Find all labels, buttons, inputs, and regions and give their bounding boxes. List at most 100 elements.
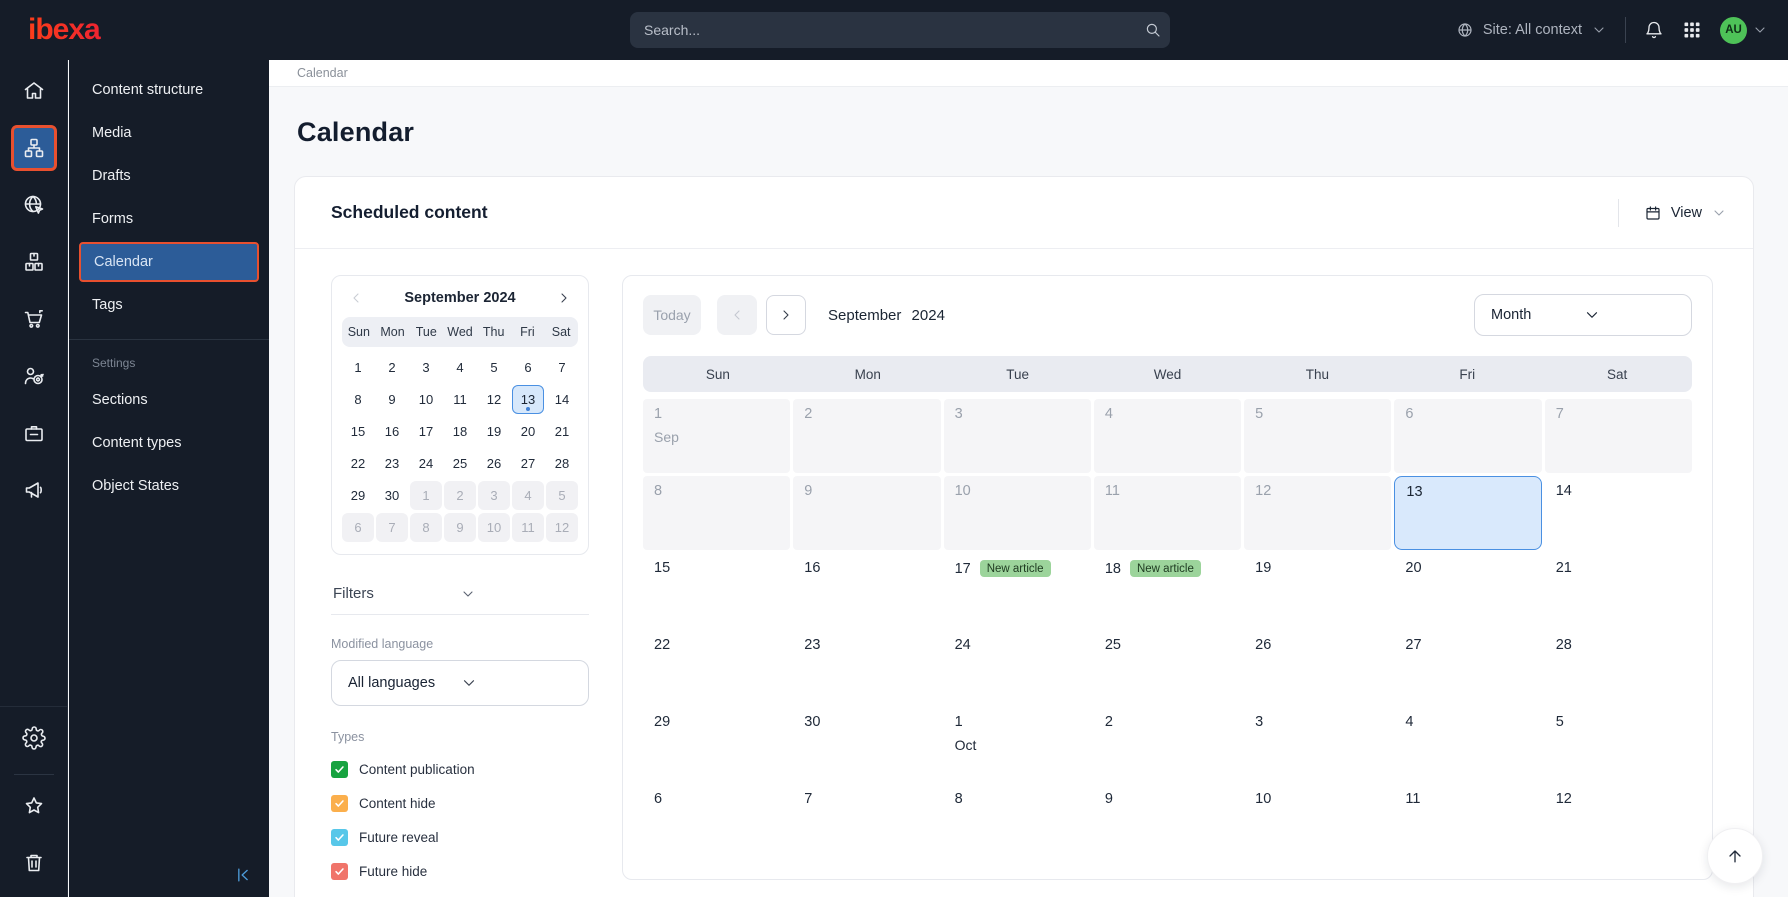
calendar-day-cell[interactable]: 12: [1544, 784, 1692, 858]
mini-calendar-day[interactable]: 8: [410, 513, 442, 542]
sidebar-item-drafts[interactable]: Drafts: [79, 156, 259, 196]
mini-calendar-day[interactable]: 15: [342, 417, 374, 446]
calendar-day-cell[interactable]: 9: [793, 476, 941, 550]
mini-calendar-day[interactable]: 5: [478, 353, 510, 382]
mini-calendar-day[interactable]: 7: [546, 353, 578, 382]
calendar-day-cell[interactable]: 25: [1093, 630, 1242, 704]
calendar-day-cell[interactable]: 15: [643, 553, 791, 627]
calendar-day-cell[interactable]: 17 New article: [943, 553, 1091, 627]
prev-button[interactable]: [717, 295, 757, 335]
mini-calendar-day[interactable]: 11: [444, 385, 476, 414]
ibexa-logo[interactable]: ibexa: [0, 13, 268, 47]
event-badge[interactable]: New article: [1129, 560, 1201, 577]
rail-item-site[interactable]: [11, 182, 57, 228]
search-icon[interactable]: [1136, 21, 1170, 39]
type-filter-content-hide[interactable]: Content hide: [331, 795, 589, 812]
mini-calendar-day[interactable]: 4: [512, 481, 544, 510]
mini-calendar-day[interactable]: 1: [342, 353, 374, 382]
calendar-day-cell[interactable]: 7: [793, 784, 941, 858]
notifications-bell-icon[interactable]: [1644, 20, 1664, 40]
mini-calendar-day[interactable]: 7: [376, 513, 408, 542]
sidebar-item-forms[interactable]: Forms: [79, 199, 259, 239]
calendar-day-cell[interactable]: 29: [643, 707, 791, 781]
mini-calendar-day[interactable]: 9: [376, 385, 408, 414]
calendar-day-cell[interactable]: 1 Sep: [643, 399, 791, 473]
mini-calendar-day[interactable]: 18: [444, 417, 476, 446]
sidebar-item-sections[interactable]: Sections: [79, 380, 259, 420]
app-grid-icon[interactable]: [1682, 20, 1702, 40]
sidebar-item-tags[interactable]: Tags: [79, 285, 259, 325]
mini-calendar-day[interactable]: 12: [478, 385, 510, 414]
checkbox-checked-icon[interactable]: [331, 863, 348, 880]
mini-calendar-day[interactable]: 20: [512, 417, 544, 446]
global-search[interactable]: [630, 12, 1170, 48]
mini-calendar-day[interactable]: 4: [444, 353, 476, 382]
mini-calendar-day[interactable]: 16: [376, 417, 408, 446]
next-month-icon[interactable]: [556, 290, 572, 306]
mini-calendar-day[interactable]: 25: [444, 449, 476, 478]
mini-calendar-day[interactable]: 21: [546, 417, 578, 446]
mini-calendar-day[interactable]: 10: [410, 385, 442, 414]
calendar-day-cell[interactable]: 4: [1394, 707, 1542, 781]
calendar-day-cell[interactable]: 2: [793, 399, 941, 473]
calendar-day-cell-selected[interactable]: 13: [1394, 476, 1542, 550]
calendar-day-cell[interactable]: 23: [793, 630, 941, 704]
mini-calendar-day[interactable]: 3: [410, 353, 442, 382]
search-input[interactable]: [630, 22, 1136, 38]
calendar-day-cell[interactable]: 11: [1093, 476, 1242, 550]
calendar-day-cell[interactable]: 24: [943, 630, 1091, 704]
mini-calendar-day[interactable]: 5: [546, 481, 578, 510]
calendar-day-cell[interactable]: 21: [1544, 553, 1692, 627]
mini-calendar-day[interactable]: 3: [478, 481, 510, 510]
calendar-day-cell[interactable]: 19: [1244, 553, 1392, 627]
type-filter-content-publication[interactable]: Content publication: [331, 761, 589, 778]
mini-calendar-day[interactable]: 11: [512, 513, 544, 542]
site-context-selector[interactable]: Site: All context: [1456, 21, 1607, 39]
rail-item-trash[interactable]: [11, 840, 57, 886]
mini-calendar-day[interactable]: 10: [478, 513, 510, 542]
calendar-day-cell[interactable]: 22: [643, 630, 791, 704]
checkbox-checked-icon[interactable]: [331, 795, 348, 812]
calendar-day-cell[interactable]: 2: [1093, 707, 1242, 781]
calendar-day-cell[interactable]: 10: [1244, 784, 1392, 858]
mini-calendar-day[interactable]: 1: [410, 481, 442, 510]
mini-calendar-day[interactable]: 6: [342, 513, 374, 542]
rail-item-product-catalog[interactable]: [11, 239, 57, 285]
calendar-day-cell[interactable]: 10: [943, 476, 1091, 550]
sidebar-item-media[interactable]: Media: [79, 113, 259, 153]
event-badge[interactable]: New article: [979, 560, 1051, 577]
mini-calendar-day[interactable]: 6: [512, 353, 544, 382]
calendar-day-cell[interactable]: 6: [1394, 399, 1542, 473]
mini-calendar-day[interactable]: 27: [512, 449, 544, 478]
scroll-to-top-button[interactable]: [1707, 828, 1763, 884]
calendar-day-cell[interactable]: 30: [793, 707, 941, 781]
mini-calendar-day[interactable]: 17: [410, 417, 442, 446]
calendar-day-cell[interactable]: 3: [1244, 707, 1392, 781]
checkbox-checked-icon[interactable]: [331, 761, 348, 778]
mini-calendar-day[interactable]: 19: [478, 417, 510, 446]
rail-item-settings[interactable]: [11, 715, 57, 761]
sidebar-item-content-types[interactable]: Content types: [79, 423, 259, 463]
calendar-day-cell[interactable]: 27: [1394, 630, 1542, 704]
collapse-sidebar-icon[interactable]: [233, 865, 253, 885]
today-button[interactable]: Today: [643, 295, 701, 335]
calendar-day-cell[interactable]: 26: [1244, 630, 1392, 704]
calendar-day-cell[interactable]: 28: [1544, 630, 1692, 704]
mini-calendar-day[interactable]: 9: [444, 513, 476, 542]
view-button[interactable]: View: [1617, 198, 1727, 227]
mini-calendar-day[interactable]: 26: [478, 449, 510, 478]
mini-calendar-day[interactable]: 24: [410, 449, 442, 478]
filters-header[interactable]: Filters: [331, 585, 589, 602]
calendar-day-cell[interactable]: 14: [1544, 476, 1692, 550]
mini-calendar-day[interactable]: 8: [342, 385, 374, 414]
mini-calendar-day[interactable]: 12: [546, 513, 578, 542]
calendar-day-cell[interactable]: 1 Oct: [943, 707, 1091, 781]
rail-item-marketing[interactable]: [11, 467, 57, 513]
mini-calendar-day[interactable]: 28: [546, 449, 578, 478]
mini-calendar-day[interactable]: 14: [546, 385, 578, 414]
user-menu[interactable]: AU: [1720, 16, 1768, 44]
sidebar-item-content-structure[interactable]: Content structure: [79, 70, 259, 110]
mini-calendar-day[interactable]: 2: [444, 481, 476, 510]
calendar-day-cell[interactable]: 12: [1244, 476, 1392, 550]
calendar-day-cell[interactable]: 8: [943, 784, 1091, 858]
